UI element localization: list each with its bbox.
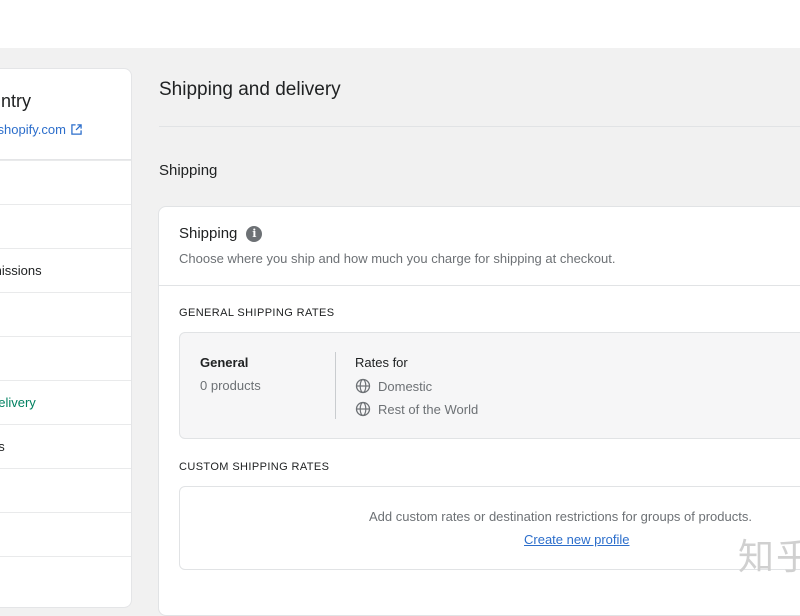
sidebar-item-shipping-delivery[interactable]: delivery <box>0 380 131 424</box>
sidebar-item-8[interactable] <box>0 468 131 512</box>
zone-rest-of-world: Rest of the World <box>355 401 478 417</box>
card-divider <box>159 285 800 286</box>
watermark: 知乎 <box>738 537 800 578</box>
shipping-card: Shipping i Choose where you ship and how… <box>158 206 800 616</box>
sidebar-item-2[interactable] <box>0 204 131 248</box>
external-link-icon <box>71 124 82 135</box>
custom-rates-text: Add custom rates or destination restrict… <box>369 509 752 524</box>
title-divider <box>159 126 800 127</box>
card-title: Shipping <box>179 225 238 242</box>
sidebar-item-taxes[interactable]: es <box>0 424 131 468</box>
store-name: untry <box>0 91 32 111</box>
rates-for-label: Rates for <box>355 355 408 370</box>
sidebar-item-label: missions <box>0 263 42 278</box>
general-profile-box[interactable]: General 0 products Rates for Domestic Re… <box>179 332 800 439</box>
top-bar <box>0 0 800 48</box>
sidebar-item-1[interactable] <box>0 160 131 204</box>
settings-sidebar: untry yshopify.com missions delivery es <box>0 68 132 608</box>
section-title: Shipping <box>159 162 218 179</box>
custom-rates-empty-state: Add custom rates or destination restrict… <box>179 486 800 570</box>
profile-name: General <box>200 355 249 370</box>
sidebar-item-4[interactable] <box>0 292 131 336</box>
store-url-text: yshopify.com <box>0 122 66 137</box>
card-header: Shipping i <box>179 225 263 242</box>
profile-divider <box>335 352 336 419</box>
store-url-link[interactable]: yshopify.com <box>0 122 82 137</box>
zone-label: Rest of the World <box>378 401 479 417</box>
profile-product-count: 0 products <box>200 378 261 393</box>
zone-domestic: Domestic <box>355 378 432 394</box>
sidebar-item-10[interactable] <box>0 556 131 600</box>
sidebar-item-9[interactable] <box>0 512 131 556</box>
sidebar-item-permissions[interactable]: missions <box>0 248 131 292</box>
globe-icon <box>355 401 371 417</box>
create-new-profile-link[interactable]: Create new profile <box>524 532 630 547</box>
general-rates-heading: GENERAL SHIPPING RATES <box>179 307 335 319</box>
info-icon[interactable]: i <box>246 225 263 242</box>
page-title: Shipping and delivery <box>159 79 341 100</box>
zone-label: Domestic <box>378 378 433 394</box>
card-description: Choose where you ship and how much you c… <box>179 251 616 266</box>
sidebar-item-5[interactable] <box>0 336 131 380</box>
custom-rates-heading: CUSTOM SHIPPING RATES <box>179 461 330 473</box>
sidebar-item-label: es <box>0 439 5 454</box>
sidebar-item-label: delivery <box>0 395 36 410</box>
globe-icon <box>355 378 371 394</box>
